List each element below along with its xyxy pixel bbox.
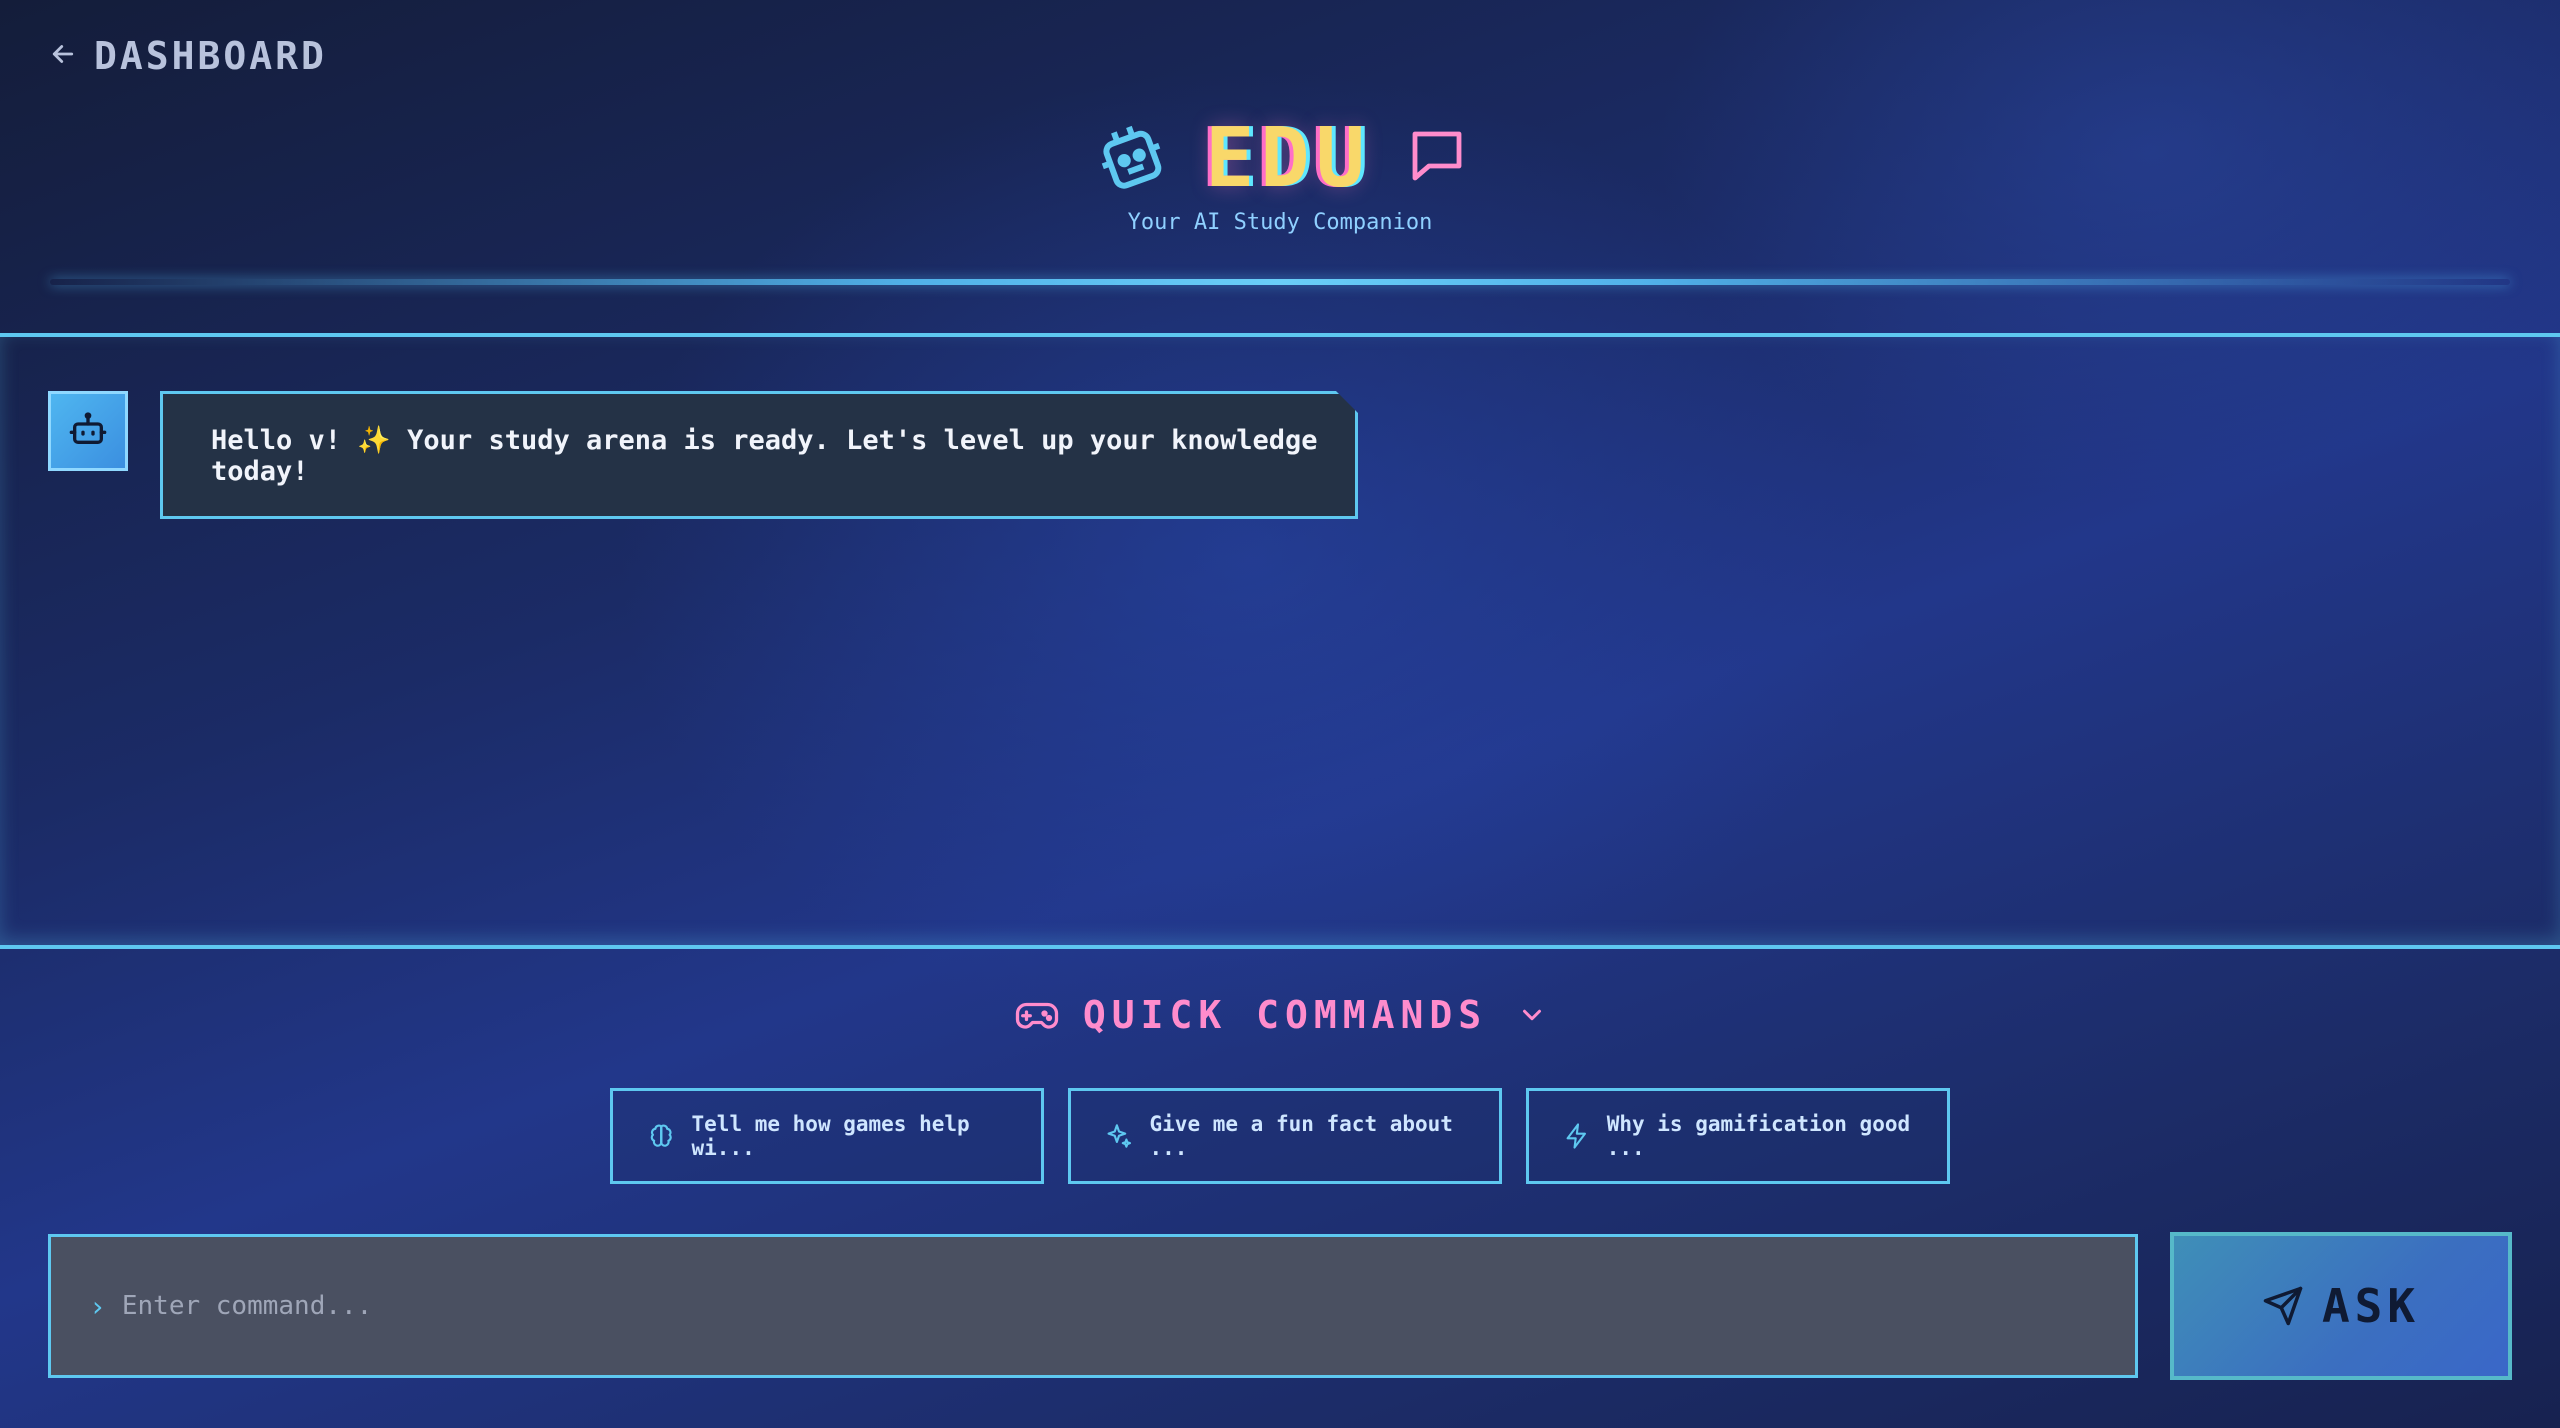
- command-input-box[interactable]: ›: [48, 1234, 2138, 1378]
- chat-area[interactable]: Hello v! ✨ Your study arena is ready. Le…: [0, 333, 2560, 949]
- quick-commands-title: QUICK COMMANDS: [1082, 993, 1488, 1037]
- back-label: DASHBOARD: [94, 34, 327, 78]
- gamepad-icon: [1015, 1002, 1058, 1029]
- arrow-left-icon: [48, 39, 78, 73]
- send-icon: [2263, 1286, 2303, 1326]
- robot-icon: [1091, 116, 1171, 200]
- back-to-dashboard-link[interactable]: DASHBOARD: [48, 30, 327, 82]
- bot-avatar: [48, 391, 128, 471]
- quick-commands-toggle[interactable]: QUICK COMMANDS: [0, 985, 2560, 1045]
- brand-header: EDU: [0, 108, 2560, 208]
- prompt-chevron-icon: ›: [89, 1289, 106, 1323]
- quick-command-label: Why is gamification good ...: [1606, 1112, 1911, 1160]
- chevron-down-icon: [1523, 1009, 1542, 1021]
- bot-message: Hello v! ✨ Your study arena is ready. Le…: [160, 391, 1358, 519]
- quick-command-label: Tell me how games help wi...: [691, 1112, 970, 1160]
- app-title: EDU: [1204, 110, 1372, 206]
- ask-label: ASK: [2321, 1279, 2421, 1333]
- quick-command-fun-fact[interactable]: Give me a fun fact about ...: [1068, 1088, 1502, 1184]
- app-subtitle: Your AI Study Companion: [1127, 210, 1433, 235]
- ask-button[interactable]: ASK: [2170, 1232, 2512, 1380]
- command-input[interactable]: [119, 1275, 2135, 1337]
- chat-bubble-icon: [1405, 124, 1469, 192]
- lightning-icon: [1566, 1123, 1586, 1149]
- quick-command-gamification[interactable]: Why is gamification good ...: [1526, 1088, 1950, 1184]
- brain-icon: [650, 1124, 672, 1147]
- quick-commands-list: Tell me how games help wi... Give me a f…: [0, 1088, 2560, 1184]
- quick-command-label: Give me a fun fact about ...: [1149, 1112, 1453, 1160]
- quick-command-games[interactable]: Tell me how games help wi...: [610, 1088, 1044, 1184]
- bot-icon: [68, 409, 108, 453]
- header-divider: [50, 279, 2510, 285]
- sparkle-icon: [1107, 1124, 1132, 1148]
